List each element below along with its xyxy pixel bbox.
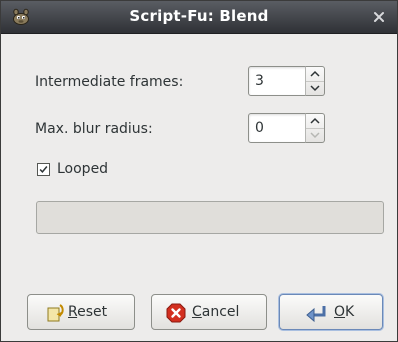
intermediate-frames-label: Intermediate frames: <box>35 74 184 90</box>
max-blur-radius-spin-buttons <box>305 113 325 143</box>
intermediate-frames-spinner: 3 <box>248 66 331 96</box>
looped-label: Looped <box>57 161 109 177</box>
cancel-button[interactable]: Cancel <box>151 294 267 330</box>
close-icon[interactable] <box>371 9 387 25</box>
max-blur-radius-input[interactable]: 0 <box>248 113 310 143</box>
reset-button[interactable]: Reset <box>27 294 135 330</box>
title-bar[interactable]: Script-Fu: Blend <box>1 1 397 34</box>
window-title: Script-Fu: Blend <box>129 7 269 25</box>
script-fu-blend-dialog: Script-Fu: Blend Intermediate frames: 3 … <box>0 0 398 342</box>
reset-icon <box>47 304 64 322</box>
intermediate-frames-input[interactable]: 3 <box>248 66 310 96</box>
spin-up-icon[interactable] <box>306 67 324 82</box>
cancel-icon <box>166 303 186 323</box>
max-blur-radius-spinner: 0 <box>248 113 331 143</box>
spin-up-icon[interactable] <box>306 114 324 129</box>
cancel-label: Cancel <box>192 304 240 320</box>
progress-bar <box>36 201 384 234</box>
max-blur-radius-label: Max. blur radius: <box>35 121 153 137</box>
ok-icon <box>306 306 326 323</box>
reset-label: Reset <box>68 304 108 320</box>
spin-down-icon[interactable] <box>306 128 324 142</box>
ok-button[interactable]: OK <box>279 294 383 330</box>
ok-label: OK <box>334 304 355 320</box>
intermediate-frames-spin-buttons <box>305 66 325 96</box>
spin-down-icon[interactable] <box>306 81 324 95</box>
looped-checkbox[interactable] <box>37 163 50 176</box>
